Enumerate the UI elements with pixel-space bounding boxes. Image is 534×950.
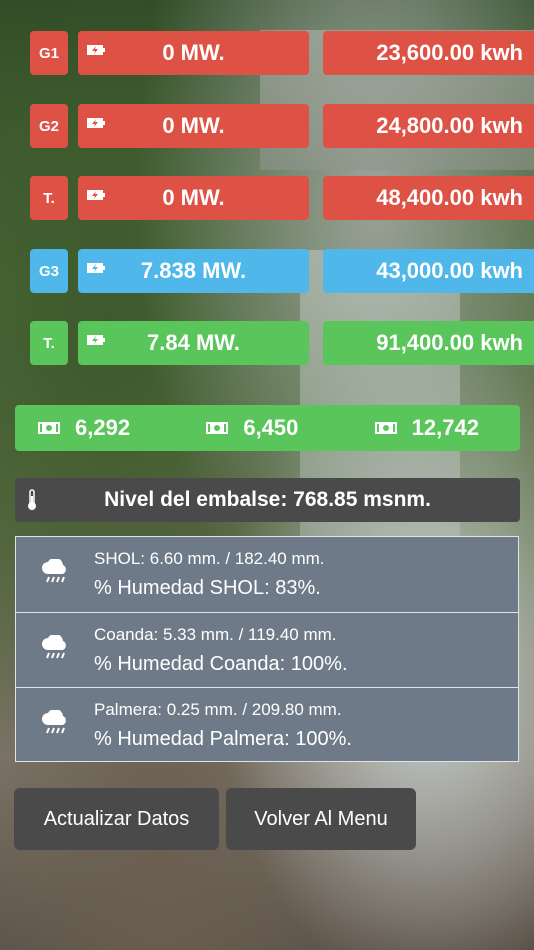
battery-charging-icon [87,118,105,128]
power-value-label: 0 MW. [162,40,225,65]
rain-cloud-icon [42,710,66,734]
revenue-value: 12,742 [411,415,479,440]
power-value-label: 0 MW. [162,185,225,210]
battery-charging-icon [87,45,105,55]
update-data-button[interactable]: Actualizar Datos [14,788,219,850]
power-value-label: 0 MW. [162,113,225,138]
money-bill-icon [38,422,60,434]
thermometer-icon [28,489,36,510]
revenue-cell-total: 12,742 [352,405,520,451]
humidity-text: % Humedad Palmera: 100%. [94,728,352,750]
power-value-total-1: 0 MW. [78,176,309,220]
battery-charging-icon [87,263,105,273]
revenue-bar: 6,292 6,450 12,742 [15,405,520,451]
generator-tag-total-2: T. [30,321,68,365]
rainfall-text: Palmera: 0.25 mm. / 209.80 mm. [94,700,342,719]
power-value-g3: 7.838 MW. [78,249,309,293]
rainfall-row-shol: SHOL: 6.60 mm. / 182.40 mm. % Humedad SH… [16,537,518,612]
money-bill-icon [374,422,397,434]
revenue-value: 6,292 [75,415,131,440]
battery-charging-icon [87,335,105,345]
energy-value-g1: 23,600.00 kwh [323,31,534,75]
power-value-label: 7.838 MW. [140,258,247,283]
battery-charging-icon [87,190,105,200]
energy-value-total-1: 48,400.00 kwh [323,176,534,220]
generator-tag-g1: G1 [30,31,68,75]
generator-tag-g3: G3 [30,249,68,293]
reservoir-level-bar: Nivel del embalse: 768.85 msnm. [15,478,520,522]
humidity-text: % Humedad Coanda: 100%. [94,653,348,675]
rain-cloud-icon [42,635,66,659]
revenue-value: 6,450 [243,415,299,440]
rainfall-row-coanda: Coanda: 5.33 mm. / 119.40 mm. % Humedad … [16,612,518,687]
rainfall-text: SHOL: 6.60 mm. / 182.40 mm. [94,549,325,568]
power-value-g1: 0 MW. [78,31,309,75]
rainfall-panel: SHOL: 6.60 mm. / 182.40 mm. % Humedad SH… [15,536,519,762]
revenue-cell-2: 6,450 [183,405,351,451]
back-to-menu-button[interactable]: Volver Al Menu [226,788,416,850]
rainfall-text: Coanda: 5.33 mm. / 119.40 mm. [94,625,337,644]
generator-tag-g2: G2 [30,104,68,148]
energy-value-g2: 24,800.00 kwh [323,104,534,148]
rain-cloud-icon [42,559,66,583]
power-value-g2: 0 MW. [78,104,309,148]
humidity-text: % Humedad SHOL: 83%. [94,577,321,599]
power-value-total-2: 7.84 MW. [78,321,309,365]
energy-value-total-2: 91,400.00 kwh [323,321,534,365]
reservoir-level-text: Nivel del embalse: 768.85 msnm. [104,488,431,511]
money-bill-icon [206,422,229,434]
generator-tag-total-1: T. [30,176,68,220]
energy-value-g3: 43,000.00 kwh [323,249,534,293]
rainfall-row-palmera: Palmera: 0.25 mm. / 209.80 mm. % Humedad… [16,687,518,762]
power-value-label: 7.84 MW. [147,330,240,355]
revenue-cell-1: 6,292 [15,405,183,451]
